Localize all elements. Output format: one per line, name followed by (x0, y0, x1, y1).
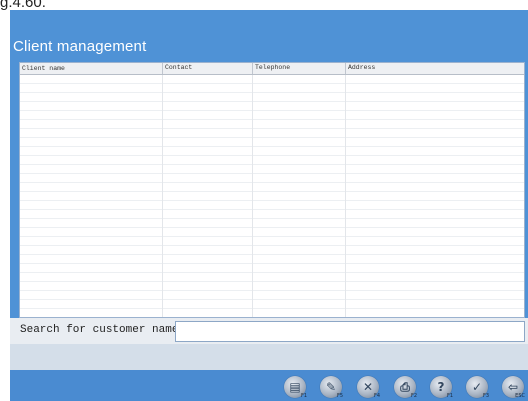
window-title: Client management (13, 38, 147, 55)
search-label: Search for customer name (20, 324, 179, 336)
shortcut-key: ESC (515, 393, 525, 399)
client-table[interactable]: Client name Contact Telephone Address (19, 62, 525, 318)
table-header: Client name Contact Telephone Address (20, 63, 524, 75)
new-record-button[interactable]: ▤ F1 (284, 376, 307, 399)
shortcut-key: F3 (482, 393, 489, 399)
footer-band (10, 344, 528, 370)
column-divider (252, 75, 253, 317)
column-header-address[interactable]: Address (345, 63, 375, 74)
shortcut-key: F2 (410, 393, 417, 399)
exit-button[interactable]: ⇦ ESC (502, 376, 525, 399)
figure-caption: g.4.60. (0, 0, 46, 11)
search-input[interactable] (175, 321, 525, 342)
print-button[interactable]: ⎙ F2 (394, 376, 417, 399)
confirm-button[interactable]: ✓ F3 (466, 376, 489, 399)
edit-button[interactable]: ✎ F5 (320, 376, 343, 399)
column-divider (162, 75, 163, 317)
column-divider (345, 75, 346, 317)
shortcut-key: F1 (446, 393, 453, 399)
delete-button[interactable]: ✕ F4 (357, 376, 380, 399)
toolbar: ▤ F1 ✎ F5 ✕ F4 ⎙ F2 ? F1 ✓ F3 ⇦ ESC (10, 370, 528, 401)
help-button[interactable]: ? F1 (430, 376, 453, 399)
column-header-telephone[interactable]: Telephone (252, 63, 290, 74)
shortcut-key: F1 (300, 393, 307, 399)
table-body[interactable] (20, 75, 524, 317)
column-header-client-name[interactable]: Client name (20, 64, 65, 73)
shortcut-key: F5 (336, 393, 343, 399)
shortcut-key: F4 (373, 393, 380, 399)
column-header-contact[interactable]: Contact (162, 63, 192, 74)
